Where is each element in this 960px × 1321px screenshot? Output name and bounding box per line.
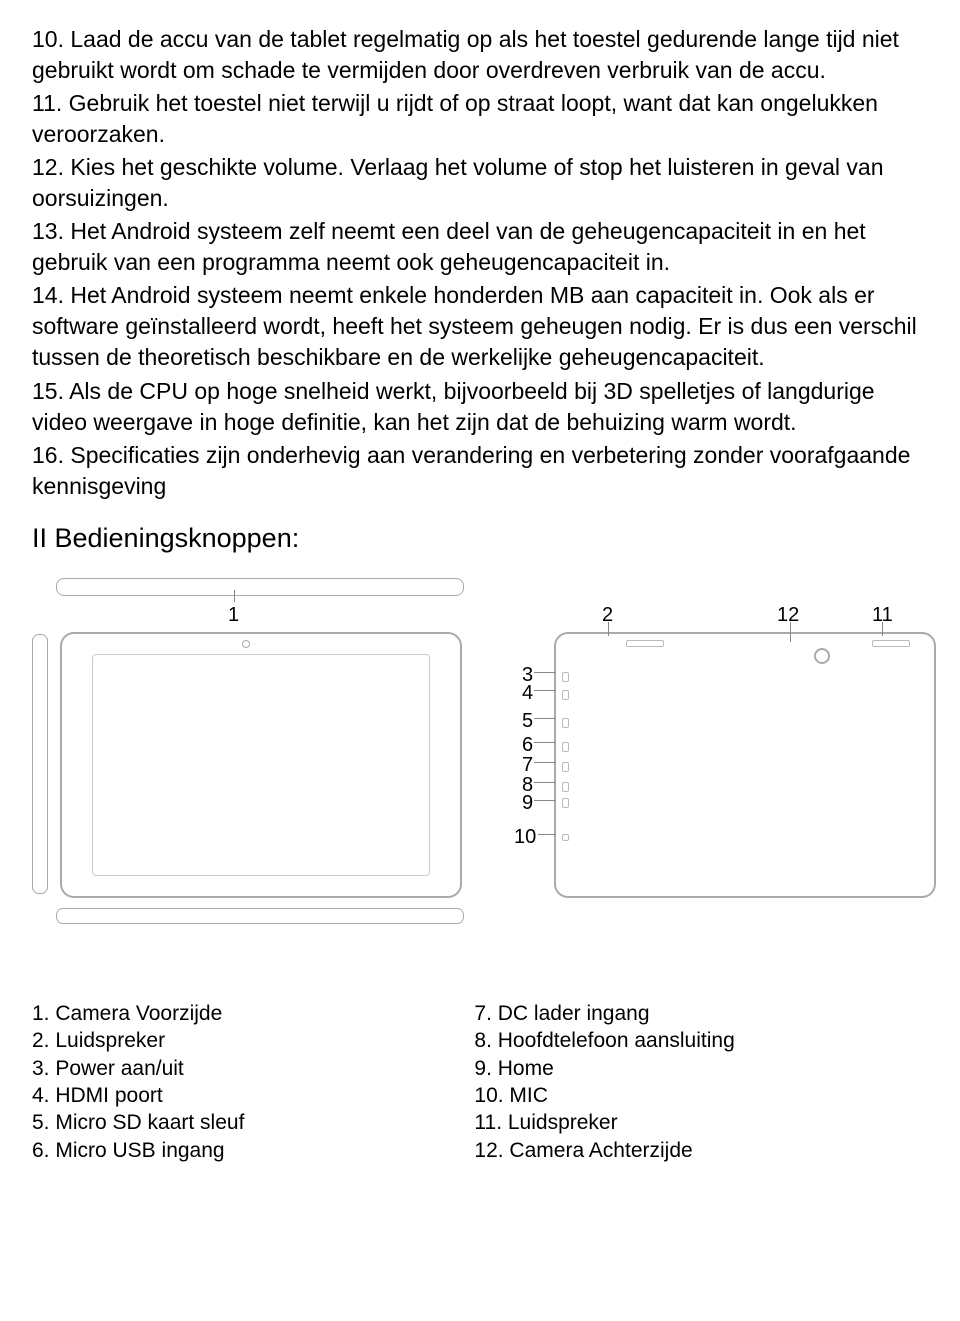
leadline (790, 622, 791, 642)
leadline (534, 672, 556, 673)
port-icon (562, 742, 569, 752)
back-slot-icon (872, 640, 910, 647)
tablet-front-view (60, 632, 462, 898)
label-9: 9 (522, 790, 533, 817)
body-text: 10. Laad de accu van de tablet regelmati… (32, 24, 928, 502)
tablet-screen (92, 654, 430, 876)
legend-item: 12. Camera Achterzijde (474, 1137, 734, 1164)
port-icon (562, 798, 569, 808)
legend-item: 1. Camera Voorzijde (32, 1000, 244, 1027)
legend-item: 3. Power aan/uit (32, 1055, 244, 1082)
leadline (234, 590, 235, 602)
legend-item: 2. Luidspreker (32, 1027, 244, 1054)
label-12: 12 (777, 602, 799, 629)
legend-item: 11. Luidspreker (474, 1109, 734, 1136)
back-camera-icon (814, 648, 830, 664)
paragraph-11: 11. Gebruik het toestel niet terwijl u r… (32, 88, 928, 150)
legend-item: 8. Hoofdtelefoon aansluiting (474, 1027, 734, 1054)
legend-column-left: 1. Camera Voorzijde 2. Luidspreker 3. Po… (32, 1000, 244, 1164)
leadline (882, 622, 883, 636)
leadline (534, 718, 556, 719)
port-icon (562, 834, 569, 841)
port-icon (562, 718, 569, 728)
label-5: 5 (522, 708, 533, 735)
tablet-bottom-edge (56, 908, 464, 924)
label-4: 4 (522, 680, 533, 707)
legend-item: 9. Home (474, 1055, 734, 1082)
tablet-top-edge (56, 578, 464, 596)
port-icon (562, 672, 569, 682)
port-icon (562, 782, 569, 792)
legend-item: 7. DC lader ingang (474, 1000, 734, 1027)
leadline (538, 834, 556, 835)
leadline (534, 690, 556, 691)
tablet-left-edge (32, 634, 48, 894)
port-icon (562, 762, 569, 772)
leadline (534, 800, 556, 801)
label-10: 10 (514, 824, 536, 851)
paragraph-15: 15. Als de CPU op hoge snelheid werkt, b… (32, 376, 928, 438)
back-slot-icon (626, 640, 664, 647)
legend-column-right: 7. DC lader ingang 8. Hoofdtelefoon aans… (474, 1000, 734, 1164)
leadline (608, 622, 609, 636)
label-1: 1 (228, 602, 239, 629)
leadline (534, 782, 556, 783)
front-camera-icon (242, 640, 250, 648)
section-title: II Bedieningsknoppen: (32, 520, 928, 556)
paragraph-16: 16. Specificaties zijn onderhevig aan ve… (32, 440, 928, 502)
paragraph-13: 13. Het Android systeem zelf neemt een d… (32, 216, 928, 278)
legend: 1. Camera Voorzijde 2. Luidspreker 3. Po… (32, 1000, 928, 1164)
diagram: 1 2 12 11 3 4 5 6 7 8 9 (32, 572, 932, 952)
paragraph-10: 10. Laad de accu van de tablet regelmati… (32, 24, 928, 86)
legend-item: 4. HDMI poort (32, 1082, 244, 1109)
tablet-back-view (554, 632, 936, 898)
legend-item: 10. MIC (474, 1082, 734, 1109)
leadline (534, 742, 556, 743)
legend-item: 6. Micro USB ingang (32, 1137, 244, 1164)
paragraph-14: 14. Het Android systeem neemt enkele hon… (32, 280, 928, 373)
paragraph-12: 12. Kies het geschikte volume. Verlaag h… (32, 152, 928, 214)
legend-item: 5. Micro SD kaart sleuf (32, 1109, 244, 1136)
leadline (534, 762, 556, 763)
port-icon (562, 690, 569, 700)
